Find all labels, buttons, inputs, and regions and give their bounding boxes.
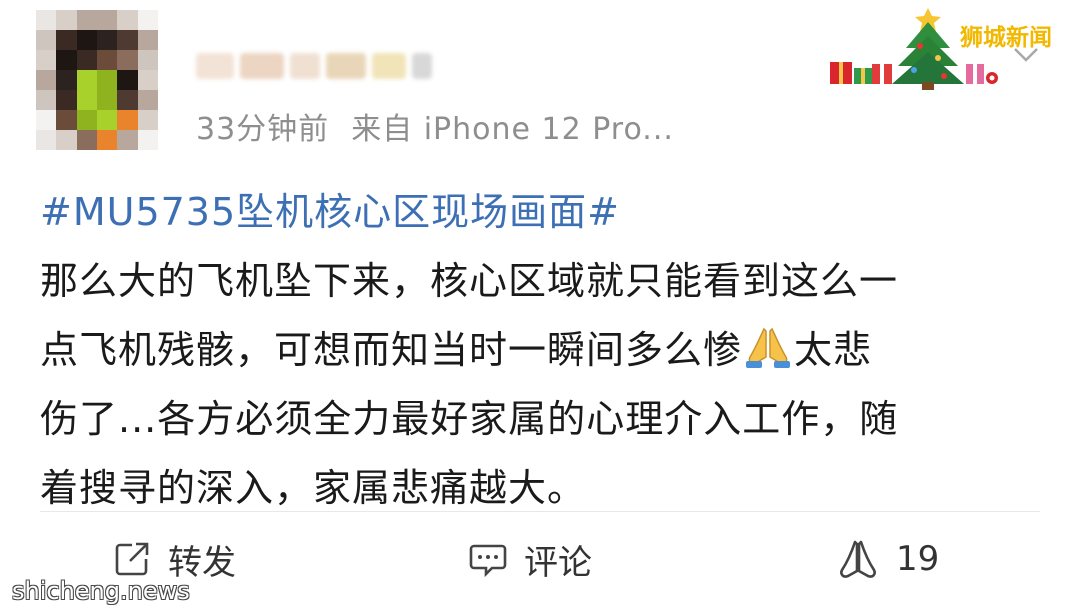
like-count: 19 — [896, 539, 940, 579]
post-text-segment: 点飞机残骸，可想而知当时一瞬间多么惨 — [40, 328, 743, 372]
divider — [40, 511, 1040, 512]
site-watermark: shicheng.news — [12, 577, 190, 605]
comment-button[interactable]: 评论 — [468, 530, 592, 588]
post-body: #MU5735坠机核心区现场画面# 那么大的飞机坠下来，核心区域就只能看到这么一… — [40, 178, 1040, 523]
repost-icon — [115, 542, 149, 576]
avatar[interactable] — [36, 10, 158, 150]
like-button[interactable]: 19 — [836, 530, 939, 588]
username-blurred[interactable] — [196, 42, 436, 90]
hashtag-link[interactable]: #MU5735坠机核心区现场画面# — [40, 178, 1040, 247]
comment-label: 评论 — [524, 542, 592, 583]
comment-icon — [469, 544, 507, 578]
post-meta: 33分钟前 来自 iPhone 12 Pro... — [196, 104, 674, 148]
post-text-segment: 太悲 — [794, 328, 873, 372]
post-time: 33分钟前 — [196, 112, 330, 147]
post-text-line: 点飞机残骸，可想而知当时一瞬间多么惨 太悲 — [40, 316, 1040, 385]
folded-hands-icon — [746, 327, 791, 368]
post-text-line: 伤了...各方必须全力最好家属的心理介入工作，随 — [40, 397, 899, 441]
post-source: 来自 iPhone 12 Pro... — [351, 112, 674, 147]
chevron-down-icon[interactable] — [1012, 46, 1040, 64]
post-text-line: 着搜寻的深入，家属悲痛越大。 — [40, 466, 587, 510]
like-icon — [840, 540, 876, 578]
post-text-line: 那么大的飞机坠下来，核心区域就只能看到这么一 — [40, 259, 899, 303]
